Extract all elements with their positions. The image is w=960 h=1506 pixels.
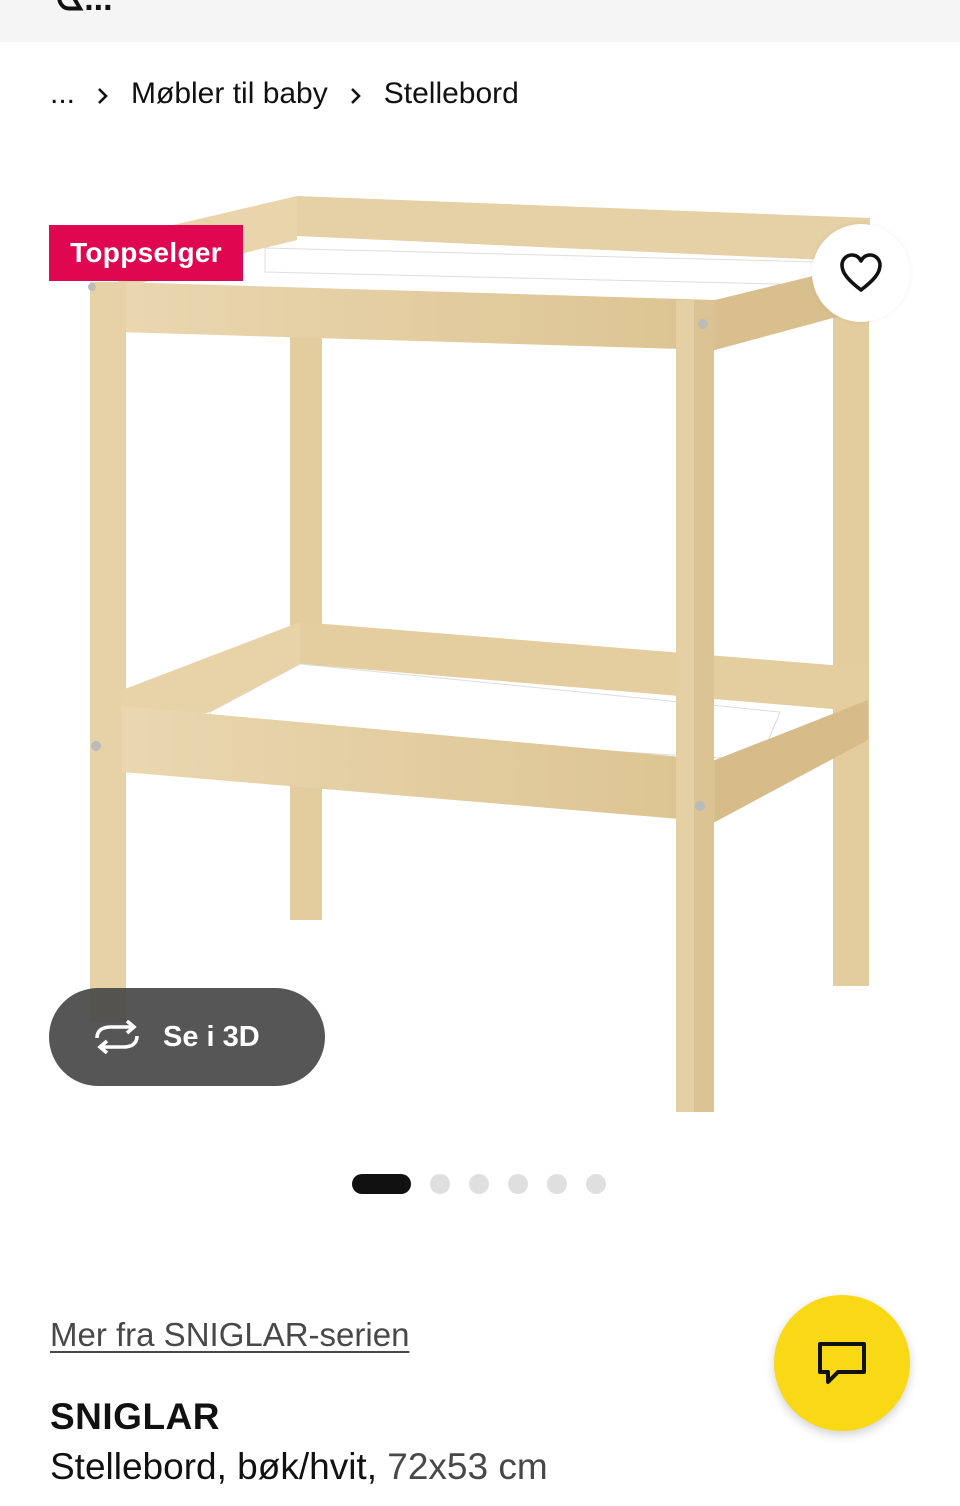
product-description-text: Stellebord, bøk/hvit, — [50, 1446, 377, 1487]
rotate-icon — [91, 1020, 143, 1054]
carousel-dot[interactable] — [430, 1174, 450, 1194]
carousel-dot-active[interactable] — [352, 1174, 411, 1194]
top-bar-glyph: ᗧ... — [56, 0, 113, 19]
breadcrumb: ... Møbler til baby Stellebord — [50, 72, 519, 116]
image-carousel-dots — [352, 1174, 606, 1194]
chat-button[interactable] — [774, 1295, 910, 1431]
breadcrumb-item-changing-table[interactable]: Stellebord — [384, 77, 519, 111]
chat-bubble-icon — [816, 1340, 868, 1386]
product-size: 72x53 cm — [387, 1446, 548, 1487]
series-link[interactable]: Mer fra SNIGLAR-serien — [50, 1316, 409, 1354]
carousel-dot[interactable] — [547, 1174, 567, 1194]
product-description: Stellebord, bøk/hvit, 72x53 cm — [50, 1446, 548, 1488]
favorite-button[interactable] — [812, 224, 910, 322]
breadcrumb-item-ellipsis[interactable]: ... — [50, 77, 75, 111]
view-in-3d-label: Se i 3D — [163, 1020, 260, 1053]
product-name: SNIGLAR — [50, 1396, 220, 1437]
carousel-dot[interactable] — [586, 1174, 606, 1194]
heart-icon — [838, 252, 884, 294]
carousel-dot[interactable] — [508, 1174, 528, 1194]
top-seller-badge: Toppselger — [49, 225, 243, 281]
chevron-right-icon — [75, 79, 131, 110]
carousel-dot[interactable] — [469, 1174, 489, 1194]
chevron-right-icon — [328, 79, 384, 110]
top-bar: ᗧ... — [0, 0, 960, 42]
breadcrumb-item-baby-furniture[interactable]: Møbler til baby — [131, 77, 328, 111]
view-in-3d-button[interactable]: Se i 3D — [49, 988, 325, 1086]
